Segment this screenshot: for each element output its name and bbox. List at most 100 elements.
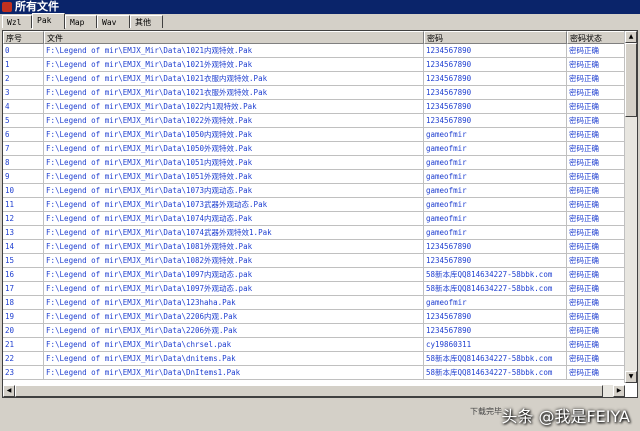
table-row[interactable]: 8 F:\Legend of mir\EMJX_Mir\Data\1051内观特效… <box>3 156 625 170</box>
cell-file: F:\Legend of mir\EMJX_Mir\Data\123haha.P… <box>44 296 424 310</box>
cell-password: 58新本库QQ814634227-58bbk.com <box>424 366 567 380</box>
cell-file: F:\Legend of mir\EMJX_Mir\Data\1074武器外观特… <box>44 226 424 240</box>
cell-index: 14 <box>3 240 44 254</box>
table-row[interactable]: 15 F:\Legend of mir\EMJX_Mir\Data\1082外观特… <box>3 254 625 268</box>
cell-password-status: 密码正确 <box>567 184 625 198</box>
cell-password-status: 密码正确 <box>567 324 625 338</box>
scroll-right-icon[interactable]: ▶ <box>613 385 625 397</box>
cell-password-status: 密码正确 <box>567 212 625 226</box>
cell-password-status: 密码正确 <box>567 268 625 282</box>
status-bar: 下载完毕 头条 @我是FEIYA <box>0 400 640 431</box>
tab-map[interactable]: Map <box>65 15 97 28</box>
table-row[interactable]: 20 F:\Legend of mir\EMJX_Mir\Data\2206外观.… <box>3 324 625 338</box>
cell-file: F:\Legend of mir\EMJX_Mir\Data\1050内观特效.… <box>44 128 424 142</box>
table-row[interactable]: 10 F:\Legend of mir\EMJX_Mir\Data\1073内观动… <box>3 184 625 198</box>
column-header-index[interactable]: 序号 <box>3 31 44 44</box>
vertical-scroll-thumb[interactable] <box>625 43 637 117</box>
table-row[interactable]: 3 F:\Legend of mir\EMJX_Mir\Data\1021衣服外观… <box>3 86 625 100</box>
cell-index: 10 <box>3 184 44 198</box>
cell-password-status: 密码正确 <box>567 44 625 58</box>
table-row[interactable]: 9 F:\Legend of mir\EMJX_Mir\Data\1051外观特效… <box>3 170 625 184</box>
table-row[interactable]: 12 F:\Legend of mir\EMJX_Mir\Data\1074内观动… <box>3 212 625 226</box>
table-row[interactable]: 1 F:\Legend of mir\EMJX_Mir\Data\1021外观特效… <box>3 58 625 72</box>
cell-password: gameofmir <box>424 184 567 198</box>
cell-password: 1234567890 <box>424 114 567 128</box>
table-row[interactable]: 5 F:\Legend of mir\EMJX_Mir\Data\1022外观特效… <box>3 114 625 128</box>
table-row[interactable]: 22 F:\Legend of mir\EMJX_Mir\Data\dnitems… <box>3 352 625 366</box>
cell-index: 7 <box>3 142 44 156</box>
cell-index: 22 <box>3 352 44 366</box>
cell-index: 1 <box>3 58 44 72</box>
cell-password: gameofmir <box>424 128 567 142</box>
window-title: 所有文件 <box>15 0 59 13</box>
tab-wav[interactable]: Wav <box>97 15 130 28</box>
cell-index: 0 <box>3 44 44 58</box>
cell-password: gameofmir <box>424 226 567 240</box>
cell-file: F:\Legend of mir\EMJX_Mir\Data\1073武器外观动… <box>44 198 424 212</box>
cell-index: 12 <box>3 212 44 226</box>
cell-password: gameofmir <box>424 198 567 212</box>
title-bar: 所有文件 <box>0 0 640 14</box>
cell-password: 58新本库QQ814634227-58bbk.com <box>424 352 567 366</box>
table-row[interactable]: 17 F:\Legend of mir\EMJX_Mir\Data\1097外观动… <box>3 282 625 296</box>
cell-file: F:\Legend of mir\EMJX_Mir\Data\1050外观特效.… <box>44 142 424 156</box>
table-row[interactable]: 23 F:\Legend of mir\EMJX_Mir\Data\DnItems… <box>3 366 625 380</box>
cell-index: 5 <box>3 114 44 128</box>
table-row[interactable]: 2 F:\Legend of mir\EMJX_Mir\Data\1021衣服内观… <box>3 72 625 86</box>
cell-file: F:\Legend of mir\EMJX_Mir\Data\1082外观特效.… <box>44 254 424 268</box>
cell-password: gameofmir <box>424 170 567 184</box>
cell-index: 19 <box>3 310 44 324</box>
tab-pak[interactable]: Pak <box>32 13 65 29</box>
cell-password: 1234567890 <box>424 58 567 72</box>
table-row[interactable]: 0 F:\Legend of mir\EMJX_Mir\Data\1021内观特效… <box>3 44 625 58</box>
table-row[interactable]: 4 F:\Legend of mir\EMJX_Mir\Data\1022内1观特… <box>3 100 625 114</box>
table-row[interactable]: 18 F:\Legend of mir\EMJX_Mir\Data\123haha… <box>3 296 625 310</box>
column-header-password-status[interactable]: 密码状态 <box>567 31 625 44</box>
cell-password-status: 密码正确 <box>567 156 625 170</box>
cell-password: 1234567890 <box>424 240 567 254</box>
cell-password-status: 密码正确 <box>567 58 625 72</box>
cell-file: F:\Legend of mir\EMJX_Mir\Data\2206外观.Pa… <box>44 324 424 338</box>
cell-password-status: 密码正确 <box>567 338 625 352</box>
cell-password-status: 密码正确 <box>567 86 625 100</box>
cell-file: F:\Legend of mir\EMJX_Mir\Data\1051外观特效.… <box>44 170 424 184</box>
table-row[interactable]: 11 F:\Legend of mir\EMJX_Mir\Data\1073武器外… <box>3 198 625 212</box>
scroll-down-icon[interactable]: ▼ <box>625 371 637 383</box>
app-icon <box>2 2 12 12</box>
column-header-file[interactable]: 文件 <box>44 31 424 44</box>
scroll-left-icon[interactable]: ◀ <box>3 385 15 397</box>
cell-index: 21 <box>3 338 44 352</box>
cell-file: F:\Legend of mir\EMJX_Mir\Data\1073内观动态.… <box>44 184 424 198</box>
column-header-password[interactable]: 密码 <box>424 31 567 44</box>
cell-file: F:\Legend of mir\EMJX_Mir\Data\dnitems.P… <box>44 352 424 366</box>
table-row[interactable]: 6 F:\Legend of mir\EMJX_Mir\Data\1050内观特效… <box>3 128 625 142</box>
cell-file: F:\Legend of mir\EMJX_Mir\Data\1021内观特效.… <box>44 44 424 58</box>
watermark: 头条 @我是FEIYA <box>501 407 630 426</box>
tab-strip: Wzl Pak Map Wav 其他 <box>0 13 640 30</box>
table-row[interactable]: 19 F:\Legend of mir\EMJX_Mir\Data\2206内观.… <box>3 310 625 324</box>
tab-wzl[interactable]: Wzl <box>2 15 32 28</box>
cell-password: 58新本库QQ814634227-58bbk.com <box>424 282 567 296</box>
tab-other[interactable]: 其他 <box>130 15 163 28</box>
table-row[interactable]: 16 F:\Legend of mir\EMJX_Mir\Data\1097内观动… <box>3 268 625 282</box>
horizontal-scrollbar[interactable]: ◀ ▶ <box>3 385 625 397</box>
table-row[interactable]: 14 F:\Legend of mir\EMJX_Mir\Data\1081外观特… <box>3 240 625 254</box>
table-row[interactable]: 7 F:\Legend of mir\EMJX_Mir\Data\1050外观特效… <box>3 142 625 156</box>
cell-file: F:\Legend of mir\EMJX_Mir\Data\chrsel.pa… <box>44 338 424 352</box>
file-table[interactable]: 序号 文件 密码 密码状态 0 F:\Legend of mir\EMJX_Mir… <box>2 30 638 398</box>
cell-password-status: 密码正确 <box>567 352 625 366</box>
scroll-up-icon[interactable]: ▲ <box>625 31 637 43</box>
table-row[interactable]: 21 F:\Legend of mir\EMJX_Mir\Data\chrsel.… <box>3 338 625 352</box>
vertical-scrollbar[interactable]: ▲ ▼ <box>624 31 637 383</box>
cell-password: gameofmir <box>424 212 567 226</box>
cell-index: 23 <box>3 366 44 380</box>
cell-file: F:\Legend of mir\EMJX_Mir\Data\1074内观动态.… <box>44 212 424 226</box>
cell-password: 1234567890 <box>424 86 567 100</box>
cell-index: 18 <box>3 296 44 310</box>
cell-password-status: 密码正确 <box>567 128 625 142</box>
cell-index: 16 <box>3 268 44 282</box>
status-text: 下载完毕 <box>470 407 502 416</box>
table-row[interactable]: 13 F:\Legend of mir\EMJX_Mir\Data\1074武器外… <box>3 226 625 240</box>
cell-file: F:\Legend of mir\EMJX_Mir\Data\1097外观动态.… <box>44 282 424 296</box>
horizontal-scroll-thumb[interactable] <box>15 385 603 397</box>
